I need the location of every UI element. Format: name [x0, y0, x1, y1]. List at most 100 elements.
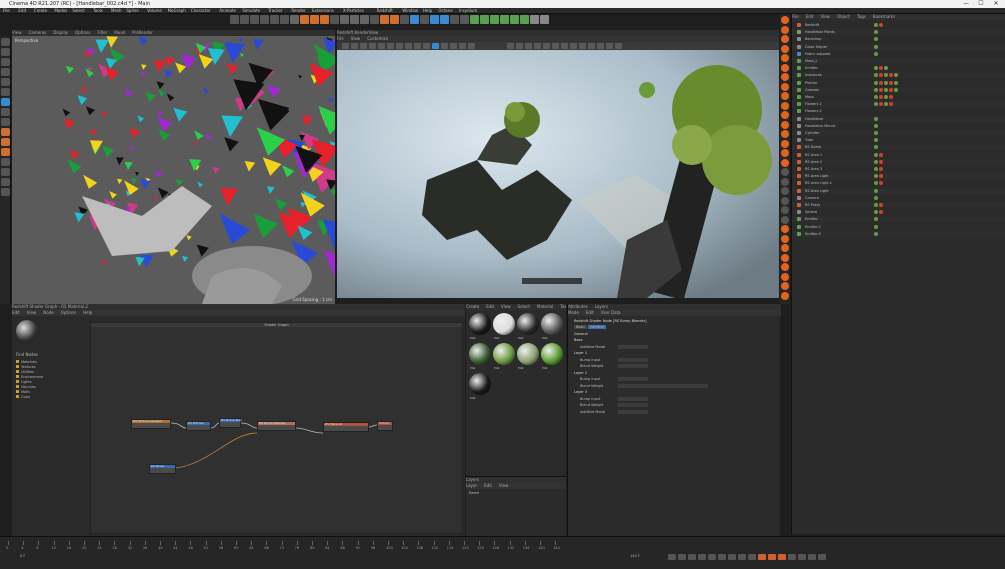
tool-orb-icon[interactable] [781, 234, 789, 243]
object-tag-icon[interactable] [874, 37, 878, 42]
toolbar-button[interactable] [250, 15, 259, 24]
object-tag-icon[interactable] [879, 174, 883, 179]
material-menu-edit[interactable]: Edit [486, 304, 494, 309]
object-row[interactable]: Handlebar Mount [792, 123, 1005, 129]
tool-icon[interactable] [1, 148, 10, 156]
object-tag-icon[interactable] [874, 44, 878, 49]
shader-node[interactable]: RS Noise [149, 464, 176, 474]
renderview-tool-button[interactable] [378, 43, 385, 49]
tool-orb-icon[interactable] [781, 158, 789, 167]
toolbar-button[interactable] [330, 15, 339, 24]
object-tag-icon[interactable] [879, 203, 883, 207]
tool-icon[interactable] [1, 178, 10, 186]
object-row[interactable]: Camera [792, 195, 1005, 201]
renderview-tool-button[interactable] [423, 43, 430, 49]
toolbar-button[interactable] [350, 15, 359, 24]
object-tag-icon[interactable] [874, 224, 878, 229]
attributes-subtab[interactable]: Basic [574, 325, 588, 329]
object-row[interactable]: Planter [792, 80, 1005, 86]
attributes-menu-edit[interactable]: Edit [586, 310, 594, 315]
playback-button[interactable] [768, 554, 776, 560]
renderview-tool-button[interactable] [615, 43, 622, 49]
object-tag-icon[interactable] [889, 73, 893, 78]
material-swatch[interactable]: Mat [469, 373, 491, 401]
object-tag-icon[interactable] [889, 102, 893, 107]
toolbar-button[interactable] [520, 15, 529, 24]
viewport-menu-options[interactable]: Options [75, 30, 90, 35]
material-swatch[interactable]: Mat [469, 313, 491, 341]
renderview-tool-button[interactable] [534, 43, 541, 49]
renderview-tool-button[interactable] [360, 43, 367, 49]
material-swatch[interactable]: Mat [517, 343, 539, 371]
renderview-menu-file[interactable]: File [337, 36, 344, 41]
toolbar-button[interactable] [470, 15, 479, 24]
node-category[interactable]: Materials [16, 360, 37, 364]
object-row[interactable]: Emitter.2 [792, 230, 1005, 237]
renderview-tool-button[interactable] [606, 43, 613, 49]
renderview-menu-customize[interactable]: Customize [367, 36, 388, 41]
object-row[interactable]: Instances [792, 72, 1005, 79]
object-tag-icon[interactable] [874, 23, 878, 27]
object-row[interactable]: Handlebar [792, 115, 1005, 122]
renderview-tool-button[interactable] [405, 43, 412, 49]
tool-orb-icon[interactable] [781, 168, 789, 176]
viewport-menu-panel[interactable]: Panel [114, 30, 125, 35]
renderview-tool-button[interactable] [525, 43, 532, 49]
object-tag-icon[interactable] [874, 95, 878, 99]
toolbar-button[interactable] [390, 15, 399, 24]
viewport-menu-prorender[interactable]: ProRender [132, 30, 153, 35]
material-swatch[interactable]: Mat [541, 313, 563, 341]
playback-button[interactable] [798, 554, 806, 560]
object-tag-icon[interactable] [879, 102, 883, 107]
viewport-menu-display[interactable]: Display [53, 30, 68, 35]
material-menu-create[interactable]: Create [466, 304, 479, 309]
object-tag-icon[interactable] [889, 95, 893, 99]
menu-edit[interactable]: Edit [18, 8, 26, 14]
tool-icon[interactable] [1, 48, 10, 56]
object-row[interactable]: Handlebar Plants [792, 29, 1005, 36]
tool-orb-icon[interactable] [781, 263, 789, 271]
shader-graph-menu-options[interactable]: Options [61, 310, 76, 315]
renderview-tool-button[interactable] [543, 43, 550, 49]
object-tag-icon[interactable] [879, 23, 883, 27]
playback-button[interactable] [728, 554, 736, 560]
playback-button[interactable] [698, 554, 706, 560]
toolbar-button[interactable] [310, 15, 319, 24]
node-category[interactable]: Utilities [16, 370, 34, 374]
toolbar-button[interactable] [430, 15, 439, 24]
object-tag-icon[interactable] [879, 152, 883, 157]
menu-volume[interactable]: Volume [147, 8, 162, 14]
object-tag-icon[interactable] [884, 95, 888, 99]
attribute-row[interactable]: Additive Mode [580, 409, 648, 415]
tool-orb-icon[interactable] [781, 44, 789, 53]
tool-icon[interactable] [1, 58, 10, 66]
menu-spline[interactable]: Spline [126, 8, 138, 14]
renderview-tool-button[interactable] [507, 43, 514, 49]
playback-button[interactable] [808, 554, 816, 560]
object-tag-icon[interactable] [874, 123, 878, 128]
attribute-field[interactable] [618, 364, 648, 368]
playback-button[interactable] [678, 554, 686, 560]
attribute-field[interactable] [618, 403, 648, 407]
menu-create[interactable]: Create [34, 8, 47, 14]
object-tag-icon[interactable] [894, 73, 898, 78]
tool-orb-icon[interactable] [781, 215, 789, 224]
renderview-tool-button[interactable] [459, 43, 466, 49]
renderview-tool-button[interactable] [414, 43, 421, 49]
object-menu-object[interactable]: Object [837, 14, 850, 19]
viewport-menu-filter[interactable]: Filter [97, 30, 107, 35]
layer-menu-layer[interactable]: Layer [466, 483, 477, 488]
node-category[interactable]: Lights [16, 380, 32, 384]
object-row[interactable]: Flowers 1 [792, 101, 1005, 108]
menu-mograph[interactable]: MoGraph [168, 8, 186, 14]
object-tag-icon[interactable] [874, 203, 878, 207]
toolbar-button[interactable] [450, 15, 459, 24]
shader-graph-menu-node[interactable]: Node [43, 310, 53, 315]
tool-icon[interactable] [1, 108, 10, 116]
shader-node[interactable]: RS Texture Sampler [131, 419, 171, 429]
object-tag-icon[interactable] [879, 210, 883, 215]
object-tag-icon[interactable] [879, 87, 883, 92]
toolbar-button[interactable] [540, 15, 549, 24]
object-tag-icon[interactable] [884, 87, 888, 92]
tool-orb-icon[interactable] [781, 253, 789, 262]
